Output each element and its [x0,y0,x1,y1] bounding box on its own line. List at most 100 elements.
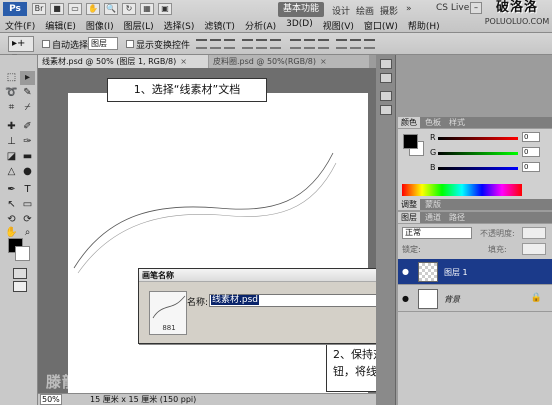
brush-tool-icon[interactable]: ✐ [20,120,35,134]
menu-layer[interactable]: 图层(L) [119,18,159,32]
crop-tool-icon[interactable]: ⌗ [4,101,19,115]
path-select-tool-icon[interactable]: ↖ [4,198,19,212]
bridge-icon[interactable]: Br [32,3,46,15]
distribute-vcenter-icon[interactable] [304,39,315,49]
menu-file[interactable]: 文件(F) [0,18,40,32]
minibridge-icon[interactable]: ■ [50,3,64,15]
red-slider[interactable] [438,137,518,140]
paragraph-panel-icon[interactable] [380,105,392,115]
align-bottom-icon[interactable] [224,39,235,49]
menu-edit[interactable]: 编辑(E) [40,18,81,32]
layer-row-background[interactable]: ● 背景 🔒 [398,286,552,312]
menu-image[interactable]: 图像(I) [81,18,119,32]
cs-live-button[interactable]: CS Live [436,3,469,13]
tab-swatches[interactable]: 色板 [422,117,444,128]
tab-adjustments[interactable]: 调整 [398,199,420,210]
distribute-hcenter-icon[interactable] [350,39,361,49]
auto-select-dropdown[interactable]: 图层 [88,37,118,50]
brush-name-input[interactable]: 线素材.psd [209,294,381,307]
blue-slider[interactable] [438,167,518,170]
blue-value[interactable]: 0 [522,162,540,172]
tab-leather-ring[interactable]: 皮料圈.psd @ 50%(RGB/8) × [209,55,369,68]
shape-tool-icon[interactable]: ▭ [20,198,35,212]
move-tool-preset-icon[interactable]: ▸+ ▾ [8,36,34,63]
tab-masks[interactable]: 蒙版 [422,199,444,210]
align-vcenter-icon[interactable] [210,39,221,49]
3d-rotate-tool-icon[interactable]: ⟲ [4,213,19,227]
character-panel-icon[interactable] [380,91,392,101]
tab-layers[interactable]: 图层 [398,212,420,223]
red-value[interactable]: 0 [522,132,540,142]
close-icon[interactable]: × [320,57,327,66]
quick-select-tool-icon[interactable]: ✎ [20,86,35,100]
clone-stamp-tool-icon[interactable]: ⊥ [4,135,19,149]
screen-mode-icon[interactable]: ▣ [158,3,172,15]
blend-mode-dropdown[interactable]: 正常 [402,227,472,239]
layer-row-layer1[interactable]: ● 图层 1 [398,259,552,285]
tab-styles[interactable]: 样式 [446,117,468,128]
workspace-design-link[interactable]: 设计 [332,4,350,17]
arrange-docs-icon[interactable]: ▦ [140,3,154,15]
workspace-essentials-button[interactable]: 基本功能 [278,2,324,17]
color-spectrum[interactable] [402,184,522,196]
align-top-icon[interactable] [196,39,207,49]
menu-window[interactable]: 窗口(W) [359,18,403,32]
green-slider[interactable] [438,152,518,155]
align-left-icon[interactable] [242,39,253,49]
actions-panel-icon[interactable] [380,73,392,83]
eraser-tool-icon[interactable]: ◪ [4,150,19,164]
quick-mask-icon[interactable] [13,268,27,279]
tab-line-material[interactable]: 线素材.psd @ 50% (图层 1, RGB/8) × [38,55,208,68]
tab-label: 线素材.psd @ 50% (图层 1, RGB/8) [42,57,177,66]
auto-select-checkbox[interactable] [42,40,50,48]
3d-orbit-tool-icon[interactable]: ⟳ [20,213,35,227]
move-tool-icon[interactable]: ▸ [20,71,35,85]
zoom-level-icon[interactable]: ▭ [68,3,82,15]
background-color-swatch[interactable] [15,246,30,261]
distribute-top-icon[interactable] [290,39,301,49]
zoom-icon[interactable]: 🔍 [104,3,118,15]
eye-icon[interactable]: ● [402,294,409,303]
menu-filter[interactable]: 滤镜(T) [199,18,240,32]
minimize-icon[interactable]: – [470,2,482,14]
marquee-tool-icon[interactable]: ⬚ [4,71,19,85]
foreground-color-swatch[interactable] [403,134,418,149]
menu-3d[interactable]: 3D(D) [281,18,318,32]
workspace-photography-link[interactable]: 摄影 [380,4,398,17]
pen-tool-icon[interactable]: ✒ [4,183,19,197]
blur-tool-icon[interactable]: △ [4,165,19,179]
green-value[interactable]: 0 [522,147,540,157]
close-icon[interactable]: × [180,57,187,66]
healing-brush-tool-icon[interactable]: ✚ [4,120,19,134]
gradient-tool-icon[interactable]: ▬ [20,150,35,164]
distribute-left-icon[interactable] [336,39,347,49]
menu-select[interactable]: 选择(S) [159,18,200,32]
opacity-field[interactable] [522,227,546,239]
workspace-painting-link[interactable]: 绘画 [356,4,374,17]
distribute-right-icon[interactable] [364,39,375,49]
rotate-view-icon[interactable]: ↻ [122,3,136,15]
type-tool-icon[interactable]: T [20,183,35,197]
tab-paths[interactable]: 路径 [446,212,468,223]
distribute-bottom-icon[interactable] [318,39,329,49]
tab-channels[interactable]: 通道 [422,212,444,223]
zoom-field[interactable]: 50% [40,394,62,405]
document-canvas[interactable] [68,93,368,393]
dodge-tool-icon[interactable]: ● [20,165,35,179]
lasso-tool-icon[interactable]: ➰ [4,86,19,100]
menu-analysis[interactable]: 分析(A) [240,18,281,32]
eye-icon[interactable]: ● [402,267,409,276]
align-right-icon[interactable] [270,39,281,49]
hand-icon[interactable]: ✋ [86,3,100,15]
show-transform-checkbox[interactable] [126,40,134,48]
eyedropper-tool-icon[interactable]: ⌿ [20,101,35,115]
tab-color[interactable]: 颜色 [398,117,420,128]
workspace-more-icon[interactable]: » [406,4,412,14]
history-brush-tool-icon[interactable]: ✑ [20,135,35,149]
align-hcenter-icon[interactable] [256,39,267,49]
menu-help[interactable]: 帮助(H) [403,18,445,32]
screen-mode-toggle-icon[interactable] [13,281,27,292]
menu-view[interactable]: 视图(V) [318,18,359,32]
fill-field[interactable] [522,243,546,255]
history-panel-icon[interactable] [380,59,392,69]
